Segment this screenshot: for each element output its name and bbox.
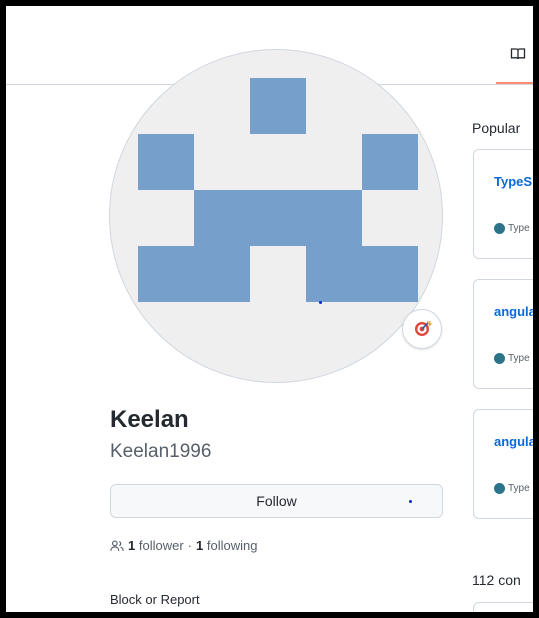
- follow-separator: ·: [187, 538, 192, 553]
- language-label: Type: [508, 483, 530, 494]
- following-link[interactable]: 1 following: [196, 538, 257, 553]
- followers-label: follower: [138, 538, 184, 553]
- follow-stats: 1 follower · 1 following: [110, 538, 257, 553]
- following-count: 1: [196, 538, 204, 553]
- identicon-block: [250, 78, 306, 134]
- profile-name: Keelan: [110, 406, 189, 433]
- pinned-repo-card[interactable]: angula Type: [473, 279, 533, 389]
- dart-icon: [415, 321, 433, 336]
- followers-link[interactable]: 1 follower: [128, 538, 184, 553]
- people-icon: [110, 540, 124, 551]
- repo-language: Type: [494, 223, 530, 234]
- pinned-repo-card[interactable]: TypeS Type: [473, 149, 533, 259]
- repo-language: Type: [494, 353, 530, 364]
- identicon-block: [138, 246, 250, 302]
- follow-button[interactable]: Follow: [110, 484, 443, 518]
- profile-page: Keelan Keelan1996 Follow 1 follower · 1 …: [6, 6, 533, 612]
- status-badge[interactable]: [402, 309, 442, 349]
- identicon-block: [306, 246, 418, 302]
- identicon-block: [138, 134, 194, 190]
- identicon-block: [194, 190, 362, 246]
- cursor-dot: [409, 500, 412, 503]
- language-color-dot: [494, 483, 505, 494]
- avatar[interactable]: [109, 49, 443, 383]
- repo-name-link[interactable]: TypeS: [494, 174, 532, 189]
- language-label: Type: [508, 223, 530, 234]
- language-color-dot: [494, 353, 505, 364]
- block-report-link[interactable]: Block or Report: [110, 592, 200, 607]
- follow-button-label: Follow: [256, 493, 297, 509]
- language-color-dot: [494, 223, 505, 234]
- contributions-summary: 112 con: [472, 572, 521, 588]
- repo-name-link[interactable]: angula: [494, 304, 533, 319]
- popular-repos-heading: Popular: [472, 120, 521, 136]
- repo-name-link[interactable]: angula: [494, 434, 533, 449]
- following-label: following: [206, 538, 258, 553]
- followers-count: 1: [128, 538, 136, 553]
- repo-language: Type: [494, 483, 530, 494]
- book-icon[interactable]: [510, 46, 526, 62]
- pinned-repo-card[interactable]: angula Type: [473, 409, 533, 519]
- active-tab-indicator: [496, 82, 533, 84]
- profile-login: Keelan1996: [110, 441, 212, 462]
- identicon-block: [362, 134, 418, 190]
- cursor-dot: [319, 301, 322, 304]
- language-label: Type: [508, 353, 530, 364]
- contribution-graph-card: [473, 602, 533, 612]
